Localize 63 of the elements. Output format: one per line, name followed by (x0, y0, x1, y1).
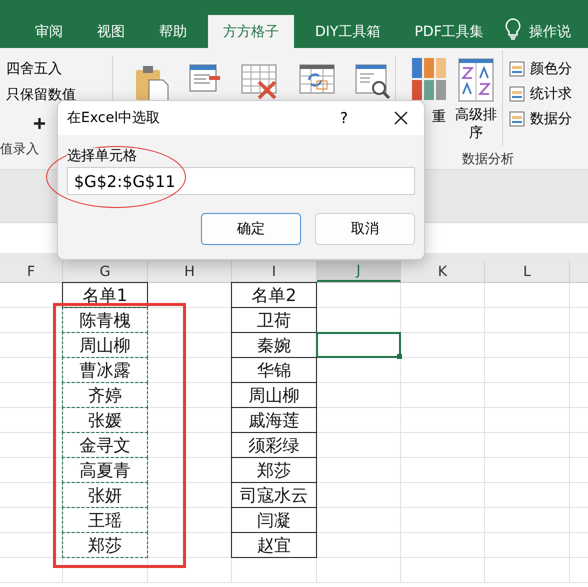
ribbon-command[interactable]: 统计求 (530, 84, 572, 102)
table-cell: 金寻文 (62, 432, 148, 458)
table-cell: 卫荷 (231, 307, 317, 333)
table-cell: 闫凝 (231, 507, 317, 533)
tell-me-label[interactable]: 操作说 (528, 15, 571, 48)
table-cell: 郑莎 (62, 532, 148, 558)
active-cell[interactable] (316, 332, 401, 358)
ok-button[interactable]: 确定 (201, 213, 301, 245)
table-cell: 周山柳 (231, 382, 317, 408)
table-cell: 齐婷 (62, 382, 148, 408)
sort-icon[interactable] (458, 58, 494, 102)
table-cell: 王瑶 (62, 507, 148, 533)
column-header[interactable]: H (148, 261, 232, 282)
table-cell: 陈青槐 (62, 307, 148, 333)
table-cell: 司寇水云 (231, 482, 317, 508)
field-label: 选择单元格 (67, 148, 137, 164)
ribbon-tab[interactable]: PDF工具集 (401, 15, 497, 48)
command-label[interactable]: 高级排序 (454, 106, 498, 142)
table-cell: 郑莎 (231, 457, 317, 483)
ribbon-tab[interactable]: DIY工具箱 (302, 15, 394, 48)
ribbon-command[interactable]: 四舍五入 (0, 56, 62, 82)
column-header[interactable]: F (0, 261, 63, 282)
table-cell: 高夏青 (62, 457, 148, 483)
group-label: 值录入 (0, 141, 39, 158)
column-header[interactable]: J (317, 261, 401, 282)
cancel-button[interactable]: 取消 (315, 213, 415, 245)
table-icon[interactable] (509, 110, 525, 126)
table-cell: 赵宜 (231, 532, 317, 558)
table-swap-icon[interactable] (299, 64, 335, 94)
table-cell: 戚海莲 (231, 407, 317, 433)
ribbon-tab[interactable]: 方方格子 (208, 15, 294, 48)
table-cell: 曹冰露 (62, 357, 148, 383)
column-header[interactable]: K (401, 261, 485, 282)
table-cell: 须彩绿 (231, 432, 317, 458)
ribbon-command[interactable]: 数据分 (530, 110, 572, 128)
close-icon[interactable] (394, 111, 408, 125)
clipboard-icon[interactable] (135, 64, 169, 102)
search-icon[interactable] (355, 64, 391, 100)
table-cell: 名单1 (62, 282, 148, 308)
ribbon-command[interactable]: 只保留数值 (0, 82, 76, 108)
group-label: 数据分析 (462, 151, 514, 168)
table-delete-icon[interactable] (241, 64, 279, 100)
dialog-title: 在Excel中选取 (67, 109, 160, 127)
column-header[interactable]: L (485, 261, 570, 282)
table-cell: 名单2 (231, 282, 317, 308)
plus-icon[interactable] (34, 118, 45, 128)
command-label[interactable]: 重 (432, 108, 446, 126)
table-cell: 华锦 (231, 357, 317, 383)
ribbon-command[interactable]: 颜色分 (530, 60, 572, 78)
table-cell: 张妍 (62, 482, 148, 508)
column-header[interactable]: G (63, 261, 148, 282)
ribbon-tab[interactable]: 帮助 (146, 15, 200, 48)
table-icon[interactable] (509, 86, 525, 102)
ribbon-tab[interactable]: 视图 (84, 15, 138, 48)
color-grid-icon[interactable] (412, 58, 446, 102)
help-button[interactable]: ? (336, 109, 352, 127)
form-icon[interactable] (189, 64, 221, 92)
table-icon[interactable] (509, 60, 525, 76)
table-cell: 张媛 (62, 407, 148, 433)
lightbulb-icon[interactable] (504, 18, 521, 40)
table-cell: 周山柳 (62, 332, 148, 358)
input-field[interactable]: $G$2:$G$11 (67, 167, 415, 195)
ribbon-tab[interactable]: 审阅 (22, 15, 76, 48)
